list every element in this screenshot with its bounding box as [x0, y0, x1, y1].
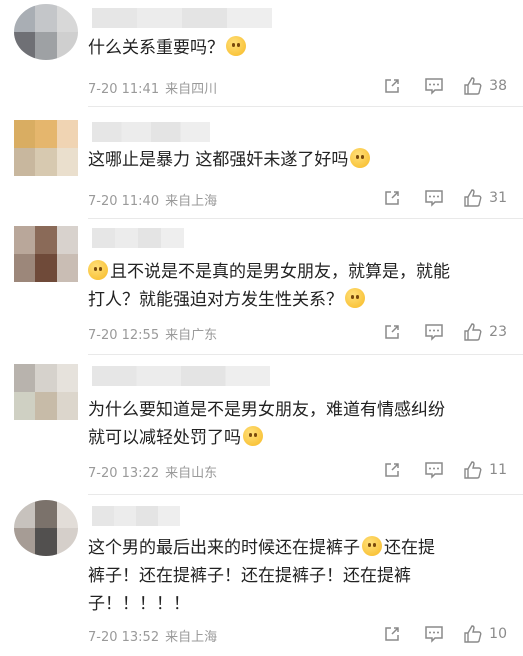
- comment-time: 7-20 11:41: [88, 82, 160, 97]
- comment-meta: 7-20 13:22 来自山东: [88, 462, 217, 481]
- like-count: 38: [489, 78, 507, 94]
- share-icon[interactable]: [371, 624, 413, 644]
- thumbs-up-icon: [464, 323, 482, 341]
- avatar[interactable]: [14, 226, 78, 282]
- comment-location: 来自广东: [165, 328, 218, 343]
- divider: [88, 494, 523, 495]
- thumbs-up-icon: [464, 625, 482, 643]
- comment-icon[interactable]: [413, 460, 455, 480]
- comment-text: 这个男的最后出来的时候还在提裤子 还在提 裤子！还在提裤子！还在提裤子！还在提裤 …: [88, 536, 435, 614]
- smile-emoji-icon: [345, 288, 365, 308]
- share-icon[interactable]: [371, 322, 413, 342]
- comment-actions: 11: [371, 460, 507, 480]
- share-icon[interactable]: [371, 76, 413, 96]
- like-button[interactable]: 10: [463, 624, 507, 644]
- thumbs-up-icon: [464, 461, 482, 479]
- sweat-smile-emoji-icon: [226, 36, 246, 56]
- comment-meta: 7-20 11:41 来自四川: [88, 78, 217, 97]
- avatar[interactable]: [14, 364, 78, 420]
- pleading-face-emoji-icon: [350, 148, 371, 168]
- comment-time: 7-20 11:40: [88, 194, 160, 209]
- avatar[interactable]: [14, 500, 78, 556]
- comment-actions: 10: [371, 624, 507, 644]
- comment-item: 为什么要知道是不是男女朋友，难道有情感纠纷 就可以减轻处罚了吗 7-20 13:…: [0, 358, 523, 498]
- like-button[interactable]: 23: [463, 322, 507, 342]
- comment-text: 这哪止是暴力 这都强奸未遂了好吗: [88, 146, 510, 174]
- crying-emoji-icon: [243, 426, 263, 446]
- comment-text: 为什么要知道是不是男女朋友，难道有情感纠纷 就可以减轻处罚了吗: [88, 400, 445, 448]
- comment-text: 且不说是不是真的是男女朋友，就算是，就能 打人？就能强迫对方发生性关系？: [88, 260, 450, 310]
- comment-item: 且不说是不是真的是男女朋友，就算是，就能 打人？就能强迫对方发生性关系？ 7-2…: [0, 220, 523, 360]
- comment-location: 来自四川: [165, 82, 218, 97]
- share-icon[interactable]: [371, 460, 413, 480]
- divider: [88, 218, 523, 219]
- thumbs-up-icon: [464, 189, 482, 207]
- comment-actions: 31: [371, 188, 507, 208]
- smile-emoji-icon: [362, 536, 382, 556]
- like-count: 31: [489, 190, 507, 206]
- comment-actions: 23: [371, 322, 507, 342]
- comment-location: 来自山东: [165, 466, 218, 481]
- comment-icon[interactable]: [413, 322, 455, 342]
- like-button[interactable]: 38: [463, 76, 507, 96]
- comment-time: 7-20 13:22: [88, 466, 160, 481]
- avatar[interactable]: [14, 120, 78, 176]
- like-count: 23: [489, 324, 507, 340]
- comment-actions: 38: [371, 76, 507, 96]
- comment-item: 什么关系重要吗？ 7-20 11:41 来自四川 38: [0, 0, 523, 110]
- comment-item: 这哪止是暴力 这都强奸未遂了好吗 7-20 11:40 来自上海 31: [0, 110, 523, 220]
- username-redacted[interactable]: [92, 8, 272, 28]
- comment-icon[interactable]: [413, 188, 455, 208]
- like-button[interactable]: 31: [463, 188, 507, 208]
- comment-location: 来自上海: [165, 194, 218, 209]
- divider: [88, 354, 523, 355]
- comment-icon[interactable]: [413, 624, 455, 644]
- username-redacted[interactable]: [92, 228, 184, 248]
- smile-emoji-icon: [88, 260, 108, 280]
- comment-item: 这个男的最后出来的时候还在提裤子 还在提 裤子！还在提裤子！还在提裤子！还在提裤 …: [0, 496, 523, 656]
- comment-time: 7-20 13:52: [88, 630, 160, 645]
- comment-icon[interactable]: [413, 76, 455, 96]
- comment-location: 来自上海: [165, 630, 218, 645]
- like-count: 11: [489, 462, 507, 478]
- username-redacted[interactable]: [92, 366, 270, 386]
- comment-meta: 7-20 13:52 来自上海: [88, 626, 217, 645]
- username-redacted[interactable]: [92, 122, 210, 142]
- comment-time: 7-20 12:55: [88, 328, 160, 343]
- comment-meta: 7-20 12:55 来自广东: [88, 324, 217, 343]
- avatar[interactable]: [14, 4, 78, 60]
- username-redacted[interactable]: [92, 506, 180, 526]
- comment-text: 什么关系重要吗？: [88, 34, 510, 62]
- like-count: 10: [489, 626, 507, 642]
- comment-meta: 7-20 11:40 来自上海: [88, 190, 217, 209]
- divider: [88, 106, 523, 107]
- thumbs-up-icon: [464, 77, 482, 95]
- share-icon[interactable]: [371, 188, 413, 208]
- like-button[interactable]: 11: [463, 460, 507, 480]
